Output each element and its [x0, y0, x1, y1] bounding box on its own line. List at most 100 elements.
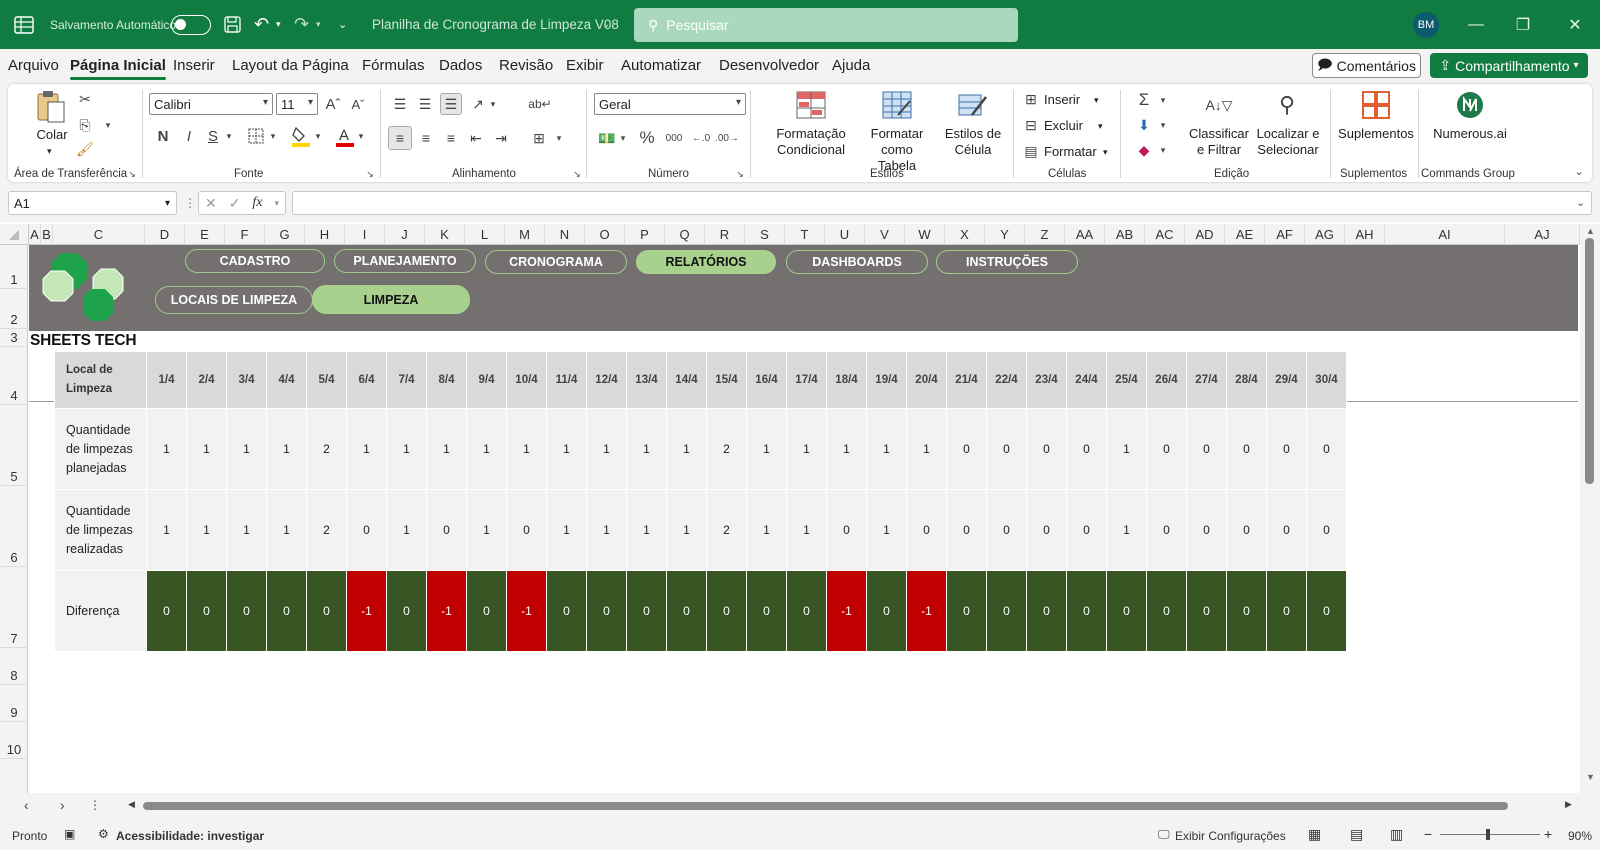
orientation-dropdown-icon[interactable]: ▾ [488, 96, 498, 112]
date-header-cell[interactable]: 27/4 [1186, 351, 1227, 409]
row-header-6[interactable]: 6 [0, 486, 28, 567]
value-cell[interactable]: 1 [546, 408, 587, 490]
value-cell[interactable]: 1 [426, 408, 467, 490]
value-cell[interactable]: 0 [1306, 489, 1347, 571]
value-cell[interactable]: -1 [346, 570, 387, 652]
value-cell[interactable]: 1 [466, 408, 507, 490]
value-cell[interactable]: 1 [186, 408, 227, 490]
value-cell[interactable]: 0 [506, 489, 547, 571]
column-header-z[interactable]: Z [1025, 224, 1065, 245]
fill-dropdown-icon[interactable]: ▾ [1158, 117, 1168, 133]
name-box[interactable]: A1 ▾ [8, 191, 177, 215]
value-cell[interactable]: 0 [1026, 489, 1067, 571]
value-cell[interactable]: 1 [666, 489, 707, 571]
value-cell[interactable]: 0 [626, 570, 667, 652]
value-cell[interactable]: 1 [1106, 408, 1147, 490]
page-layout-view-icon[interactable]: ▤ [1350, 826, 1363, 843]
value-cell[interactable]: 0 [146, 570, 187, 652]
date-header-cell[interactable]: 3/4 [226, 351, 267, 409]
thousands-button[interactable]: 000 [662, 126, 686, 150]
value-cell[interactable]: 0 [266, 570, 307, 652]
date-header-cell[interactable]: 20/4 [906, 351, 947, 409]
increase-indent-icon[interactable]: ⇥ [490, 126, 512, 150]
date-header-cell[interactable]: 7/4 [386, 351, 427, 409]
row-label[interactable]: Quantidade de limpezas realizadas [54, 489, 147, 571]
paste-chevron-icon[interactable]: ▾ [47, 143, 52, 159]
macro-record-icon[interactable]: ▣ [64, 827, 75, 841]
share-button[interactable]: ⇪ Compartilhamento ▾ [1430, 53, 1588, 78]
autosave-toggle[interactable] [163, 0, 211, 49]
value-cell[interactable]: -1 [506, 570, 547, 652]
undo-dropdown-icon[interactable]: ▾ [276, 0, 281, 49]
value-cell[interactable]: 0 [706, 570, 747, 652]
nav-limpeza[interactable]: LIMPEZA [312, 285, 470, 314]
value-cell[interactable]: 0 [1266, 489, 1307, 571]
horizontal-scroll-thumb[interactable] [143, 802, 1508, 810]
sort-filter-icon[interactable]: A↓▽ [1202, 90, 1236, 120]
redo-icon[interactable]: ↷ [294, 0, 309, 49]
shrink-font-icon[interactable]: Aˇ [348, 93, 368, 115]
menu-automatizar[interactable]: Automatizar [621, 57, 701, 74]
merge-center-icon[interactable]: ⊞ [528, 126, 550, 150]
date-header-cell[interactable]: 1/4 [146, 351, 187, 409]
title-chevron-icon[interactable]: ⌄ [602, 0, 610, 49]
cell-styles-label[interactable]: Estilos de Célula [940, 126, 1006, 158]
value-cell[interactable]: 0 [1226, 489, 1267, 571]
italic-button[interactable]: I [180, 126, 198, 146]
column-header-h[interactable]: H [305, 224, 345, 245]
column-header-a[interactable]: A [29, 224, 41, 245]
vertical-scrollbar[interactable]: ▲ ▼ [1580, 224, 1600, 793]
conditional-format-icon[interactable] [794, 90, 828, 120]
autosum-icon[interactable]: Σ [1134, 90, 1154, 110]
value-cell[interactable]: 1 [906, 408, 947, 490]
row-header-3[interactable]: 3 [0, 329, 28, 347]
delete-cells-icon[interactable]: ⊟ [1022, 116, 1040, 134]
currency-dropdown-icon[interactable]: ▾ [618, 130, 628, 146]
align-center-icon[interactable]: ≡ [415, 126, 437, 150]
zoom-out-icon[interactable]: − [1424, 826, 1432, 842]
chevron-down-icon[interactable]: ▾ [1094, 92, 1099, 108]
value-cell[interactable]: 0 [1266, 570, 1307, 652]
row-header-7[interactable]: 7 [0, 567, 28, 648]
date-header-cell[interactable]: 13/4 [626, 351, 667, 409]
value-cell[interactable]: 0 [1186, 570, 1227, 652]
nav-planejamento[interactable]: PLANEJAMENTO [334, 249, 476, 273]
column-header-m[interactable]: M [505, 224, 545, 245]
bold-button[interactable]: N [154, 126, 172, 146]
column-header-aa[interactable]: AA [1065, 224, 1105, 245]
clear-icon[interactable]: ◆ [1134, 140, 1154, 160]
align-middle-icon[interactable]: ☰ [415, 94, 435, 114]
value-cell[interactable]: 2 [306, 408, 347, 490]
fill-icon[interactable]: ⬇ [1134, 115, 1154, 135]
addins-icon[interactable] [1360, 90, 1392, 120]
menu-ajuda[interactable]: Ajuda [832, 57, 870, 74]
scroll-right-icon[interactable]: ▶ [1565, 799, 1572, 810]
column-header-ac[interactable]: AC [1145, 224, 1185, 245]
nav-cadastro[interactable]: CADASTRO [185, 249, 325, 273]
column-header-i[interactable]: I [345, 224, 385, 245]
value-cell[interactable]: 0 [186, 570, 227, 652]
date-header-cell[interactable]: 2/4 [186, 351, 227, 409]
menu-inserir[interactable]: Inserir [173, 57, 215, 74]
value-cell[interactable]: 0 [1186, 489, 1227, 571]
date-header-cell[interactable]: 6/4 [346, 351, 387, 409]
menu-exibir[interactable]: Exibir [566, 57, 604, 74]
value-cell[interactable]: 1 [786, 408, 827, 490]
value-cell[interactable]: 0 [1026, 408, 1067, 490]
value-cell[interactable]: 1 [266, 489, 307, 571]
date-header-cell[interactable]: 25/4 [1106, 351, 1147, 409]
column-header-aj[interactable]: AJ [1505, 224, 1580, 245]
chevron-down-icon[interactable]: ▾ [1103, 144, 1108, 160]
value-cell[interactable]: 0 [1266, 408, 1307, 490]
number-launcher-icon[interactable]: ↘ [734, 168, 746, 180]
value-cell[interactable]: 1 [146, 408, 187, 490]
value-cell[interactable]: 0 [1186, 408, 1227, 490]
value-cell[interactable]: 0 [786, 570, 827, 652]
wrap-text-icon[interactable]: ab↵ [528, 94, 551, 114]
value-cell[interactable]: 1 [666, 408, 707, 490]
menu-desenvolvedor[interactable]: Desenvolvedor [719, 57, 819, 74]
minimize-icon[interactable]: — [1453, 0, 1499, 49]
value-cell[interactable]: 0 [546, 570, 587, 652]
value-cell[interactable]: 0 [866, 570, 907, 652]
document-title[interactable]: Planilha de Cronograma de Limpeza V08 [372, 0, 619, 49]
